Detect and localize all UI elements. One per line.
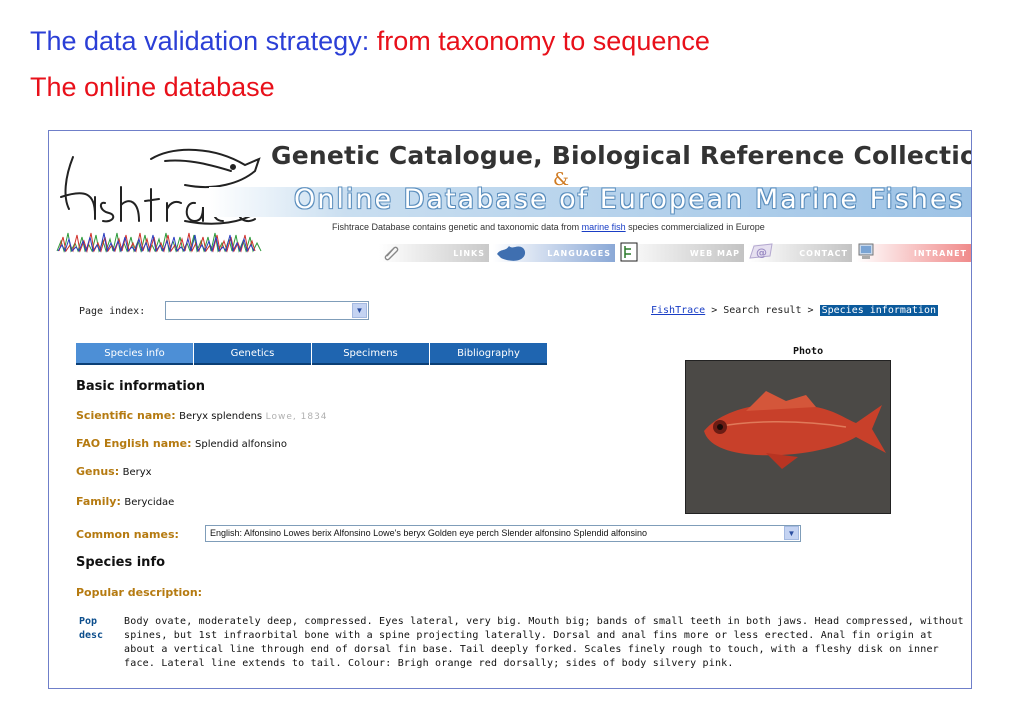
basic-info-heading: Basic information [76,379,205,394]
genus-row: Genus: Beryx [76,465,152,478]
description-text: Fishtrace Database contains genetic and … [332,222,582,232]
tab-specimens[interactable]: Specimens [312,343,429,365]
svg-text:@: @ [756,246,768,259]
chevron-down-icon[interactable]: ▼ [784,526,799,540]
nav-intranet-label: INTRANET [913,248,967,258]
catalogue-title: Genetic Catalogue, Biological Reference … [271,141,972,170]
email-at-icon: @ [749,243,773,259]
photo-label: Photo [793,346,824,357]
species-photo[interactable] [685,360,891,514]
pop-desc-label-line1: Pop [79,616,98,627]
pop-desc-label-line2: desc [79,630,104,641]
popular-description-label: Popular description: [76,586,203,599]
breadcrumb-current: Species information [819,305,938,316]
fao-name-value: Splendid alfonsino [195,439,287,450]
breadcrumb-search-result: Search result [723,305,802,316]
fao-name-label: FAO English name: [76,437,192,450]
popular-description-text: Body ovate, moderately deep, compressed.… [124,616,964,669]
sitemap-icon [620,242,638,262]
marine-fish-link[interactable]: marine fish [582,222,626,232]
family-row: Family: Berycidae [76,495,174,508]
species-info-heading: Species info [76,555,166,570]
slide-title-part1: The data validation strategy: [30,26,377,56]
genus-label: Genus: [76,465,120,478]
common-names-row: Common names: [76,528,179,541]
breadcrumb-fishtrace-link[interactable]: FishTrace [651,305,705,316]
chevron-down-icon[interactable]: ▼ [352,303,367,318]
tab-bar: Species info Genetics Specimens Bibliogr… [76,343,548,365]
nav-contact-label: CONTACT [799,248,848,258]
computer-icon [858,243,874,259]
nav-contact[interactable]: @ CONTACT [748,243,852,262]
breadcrumb-separator: > [705,305,724,316]
database-description: Fishtrace Database contains genetic and … [332,222,765,232]
database-title: Online Database of European Marine Fishe… [294,184,965,215]
nav-languages-label: LANGUAGES [547,248,611,258]
slide-subtitle: The online database [30,72,275,102]
scientific-name-authority: Lowe, 1834 [265,412,328,422]
fao-name-row: FAO English name: Splendid alfonsino [76,437,287,450]
scientific-name-label: Scientific name: [76,409,176,422]
nav-intranet[interactable]: INTRANET [856,243,971,262]
nav-web-map[interactable]: WEB MAP [619,242,744,262]
family-value: Berycidae [124,497,175,508]
genus-value: Beryx [122,467,152,478]
common-names-label: Common names: [76,528,179,541]
tab-bibliography[interactable]: Bibliography [430,343,547,365]
slide-title-part2: from taxonomy to sequence [376,26,710,56]
tab-genetics[interactable]: Genetics [194,343,311,365]
page-index-label: Page index: [79,306,146,317]
scientific-name-value: Beryx splendens [179,411,263,422]
nav-languages[interactable]: LANGUAGES [493,244,615,262]
paperclip-icon [384,246,399,261]
family-label: Family: [76,495,121,508]
webpage-frame: Genetic Catalogue, Biological Reference … [48,130,972,689]
breadcrumb: FishTrace > Search result > Species info… [651,305,938,316]
tab-species-info[interactable]: Species info [76,343,193,365]
scientific-name-row: Scientific name: Beryx splendens Lowe, 1… [76,409,328,422]
chromatogram-icon [56,232,262,253]
description-text-end: species commercialized in Europe [625,222,765,232]
europe-map-icon [497,246,526,261]
nav-links-label: LINKS [453,248,485,258]
fish-image [686,361,890,513]
main-nav: LINKS LANGUAGES WEB MAP @ CONTACT INTRAN… [379,242,971,264]
nav-web-map-label: WEB MAP [689,248,740,258]
pop-desc-label: Pop desc [79,615,113,643]
page-index-dropdown[interactable]: ▼ [165,301,369,320]
slide-title: The data validation strategy: from taxon… [30,26,710,57]
nav-links[interactable]: LINKS [379,244,489,262]
common-names-dropdown[interactable]: English: Alfonsino Lowes berix Alfonsino… [205,525,801,542]
breadcrumb-separator: > [801,305,820,316]
common-names-value: English: Alfonsino Lowes berix Alfonsino… [210,528,647,538]
